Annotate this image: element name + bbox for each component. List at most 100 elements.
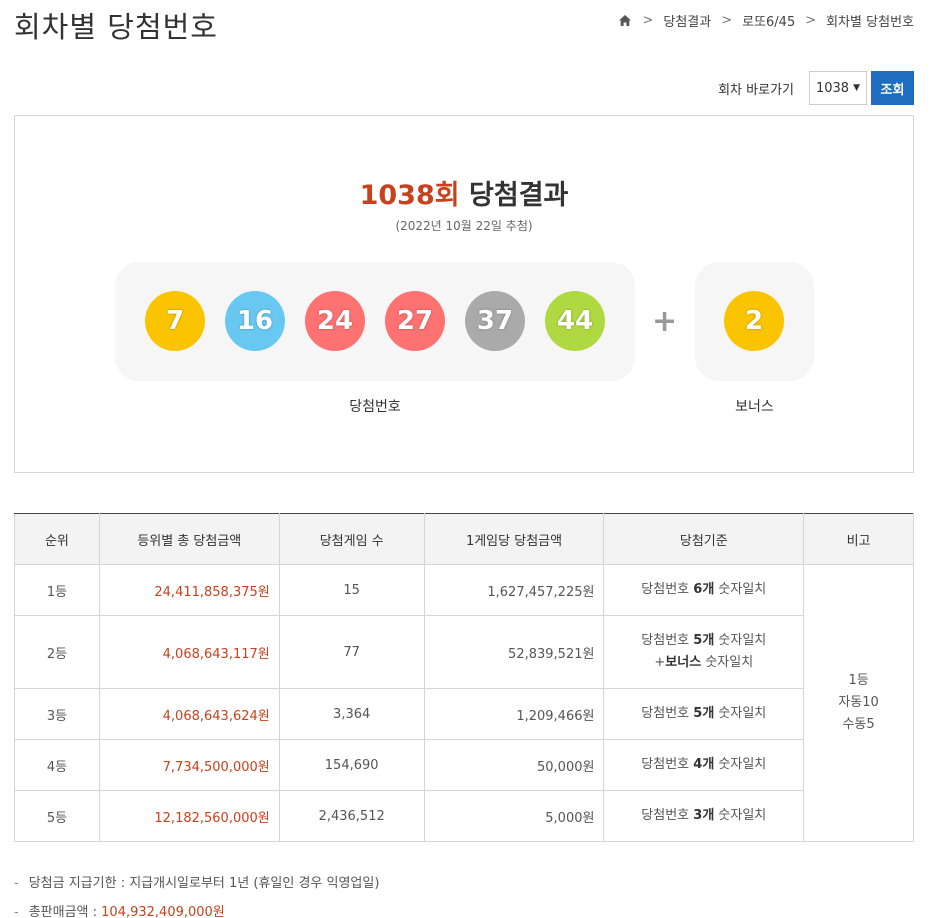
criteria-text: 숫자일치 bbox=[714, 582, 767, 597]
chevron-right-icon: > bbox=[721, 13, 733, 28]
criteria-bonus: 보너스 bbox=[665, 655, 702, 670]
number-ball: 44 bbox=[545, 291, 605, 351]
round-number: 1038회 bbox=[359, 180, 460, 211]
payment-deadline-note: - 당첨금 지급기한 : 지급개시일로부터 1년 (휴일인 경우 익영업일) bbox=[14, 869, 379, 898]
total-prize-cell: 7,734,500,000원 bbox=[98, 739, 280, 791]
notes: - 당첨금 지급기한 : 지급개시일로부터 1년 (휴일인 경우 익영업일) -총… bbox=[14, 869, 379, 918]
criteria-count: 5개 bbox=[693, 633, 715, 648]
winner-count-cell: 3,364 bbox=[278, 688, 425, 740]
table-row: 3등 4,068,643,624원 3,364 1,209,466원 당첨번호 … bbox=[14, 688, 914, 740]
round-goto: 회차 바로가기 1038 ▼ 조회 bbox=[718, 71, 914, 105]
table-row: 1등 24,411,858,375원 15 1,627,457,225원 당첨번… bbox=[14, 564, 914, 842]
criteria-text: 당첨번호 bbox=[641, 582, 694, 597]
per-game-prize-cell: 1,627,457,225원 bbox=[423, 564, 605, 616]
criteria-count: 5개 bbox=[693, 706, 715, 721]
breadcrumb-item-current: 회차별 당첨번호 bbox=[826, 15, 914, 30]
plus-sign: + bbox=[652, 304, 678, 339]
chevron-right-icon: > bbox=[805, 13, 817, 28]
search-button[interactable]: 조회 bbox=[871, 71, 914, 105]
note-line: 수동5 bbox=[842, 717, 875, 732]
total-prize-cell: 24,411,858,375원 bbox=[98, 564, 280, 616]
criteria-text: 당첨번호 bbox=[641, 808, 694, 823]
dash-bullet: - bbox=[14, 905, 19, 918]
criteria-text: 숫자일치 bbox=[714, 808, 767, 823]
caret-down-icon: ▼ bbox=[853, 83, 860, 93]
winning-numbers-label: 당첨번호 bbox=[349, 399, 401, 415]
number-ball: 37 bbox=[465, 291, 525, 351]
rank-cell: 1등 bbox=[14, 564, 100, 616]
criteria-text: 숫자일치 bbox=[714, 706, 767, 721]
note-line: 1등 bbox=[848, 673, 869, 688]
payment-deadline-text: 당첨금 지급기한 : 지급개시일로부터 1년 (휴일인 경우 익영업일) bbox=[28, 876, 380, 891]
table-row: 2등 4,068,643,117원 77 52,839,521원 당첨번호 5개… bbox=[14, 615, 914, 689]
criteria-count: 6개 bbox=[693, 582, 715, 597]
number-ball: 24 bbox=[305, 291, 365, 351]
column-header: 당첨기준 bbox=[603, 513, 805, 565]
column-header: 당첨게임 수 bbox=[278, 513, 425, 565]
total-prize-cell: 12,182,560,000원 bbox=[98, 790, 280, 842]
criteria-text: 숫자일치 bbox=[714, 633, 767, 648]
per-game-prize-cell: 50,000원 bbox=[423, 739, 605, 791]
round-select-value: 1038 bbox=[815, 80, 850, 96]
column-header: 등위별 총 당첨금액 bbox=[98, 513, 280, 565]
criteria-count: 4개 bbox=[693, 757, 715, 772]
round-goto-label: 회차 바로가기 bbox=[718, 82, 794, 98]
rank-cell: 3등 bbox=[14, 688, 100, 740]
bonus-ball: 2 bbox=[724, 291, 784, 351]
winner-count-cell: 154,690 bbox=[278, 739, 425, 791]
criteria-line: 당첨번호 5개 숫자일치 bbox=[604, 630, 803, 652]
total-sales-label: 총판매금액 : bbox=[28, 905, 102, 918]
number-ball: 16 bbox=[225, 291, 285, 351]
criteria-line: +보너스 숫자일치 bbox=[604, 652, 803, 674]
total-prize-cell: 4,068,643,624원 bbox=[98, 688, 280, 740]
dash-bullet: - bbox=[14, 876, 19, 891]
criteria-cell: 당첨번호 5개 숫자일치 +보너스 숫자일치 bbox=[603, 615, 805, 689]
column-header: 1게임당 당첨금액 bbox=[423, 513, 605, 565]
criteria-text: 당첨번호 bbox=[641, 706, 694, 721]
column-header: 비고 bbox=[803, 513, 914, 565]
number-ball: 7 bbox=[145, 291, 205, 351]
criteria-text: 당첨번호 bbox=[641, 633, 694, 648]
criteria-count: 3개 bbox=[693, 808, 715, 823]
home-icon[interactable] bbox=[618, 14, 632, 27]
rank-cell: 2등 bbox=[14, 615, 100, 689]
winner-count-cell: 15 bbox=[278, 564, 425, 616]
criteria-cell: 당첨번호 5개 숫자일치 bbox=[603, 688, 805, 740]
winner-count-cell: 77 bbox=[278, 615, 425, 689]
breadcrumb-item-results[interactable]: 당첨결과 bbox=[663, 11, 711, 30]
table-header-row: 순위 등위별 총 당첨금액 당첨게임 수 1게임당 당첨금액 당첨기준 비고 bbox=[14, 513, 914, 565]
criteria-text: + bbox=[654, 655, 666, 670]
winning-numbers-panel: 7 16 24 27 37 44 bbox=[115, 262, 635, 381]
total-sales-note: - 총판매금액 : 104,932,409,000원 bbox=[14, 898, 379, 918]
bonus-number-panel: 2 bbox=[695, 262, 814, 381]
round-select[interactable]: 1038 ▼ bbox=[809, 71, 867, 105]
criteria-cell: 당첨번호 6개 숫자일치 bbox=[603, 564, 805, 616]
note-line: 자동10 bbox=[838, 695, 879, 710]
rank-cell: 4등 bbox=[14, 739, 100, 791]
prize-table: 순위 등위별 총 당첨금액 당첨게임 수 1게임당 당첨금액 당첨기준 비고 1… bbox=[14, 513, 914, 842]
winner-count-cell: 2,436,512 bbox=[278, 790, 425, 842]
note-cell: 1등 자동10 수동5 bbox=[803, 564, 914, 842]
total-prize-cell: 4,068,643,117원 bbox=[98, 615, 280, 689]
criteria-cell: 당첨번호 3개 숫자일치 bbox=[603, 790, 805, 842]
bonus-label: 보너스 bbox=[735, 399, 774, 415]
per-game-prize-cell: 52,839,521원 bbox=[423, 615, 605, 689]
per-game-prize-cell: 1,209,466원 bbox=[423, 688, 605, 740]
number-ball: 27 bbox=[385, 291, 445, 351]
table-row: 5등 12,182,560,000원 2,436,512 5,000원 당첨번호… bbox=[14, 790, 914, 842]
result-title: 1038회 당첨결과 bbox=[15, 173, 913, 212]
chevron-right-icon: > bbox=[642, 13, 654, 28]
total-sales-value: 104,932,409,000원 bbox=[101, 905, 225, 918]
per-game-prize-cell: 5,000원 bbox=[423, 790, 605, 842]
rank-cell: 5등 bbox=[14, 790, 100, 842]
criteria-text: 숫자일치 bbox=[701, 655, 754, 670]
result-title-suffix: 당첨결과 bbox=[459, 180, 569, 211]
breadcrumb-item-lotto645[interactable]: 로또6/45 bbox=[742, 11, 795, 30]
page-title: 회차별 당첨번호 bbox=[14, 10, 218, 44]
criteria-cell: 당첨번호 4개 숫자일치 bbox=[603, 739, 805, 791]
criteria-text: 숫자일치 bbox=[714, 757, 767, 772]
table-row: 4등 7,734,500,000원 154,690 50,000원 당첨번호 4… bbox=[14, 739, 914, 791]
result-panel: 1038회 당첨결과 (2022년 10월 22일 추첨) 7 16 24 27… bbox=[14, 115, 914, 473]
draw-date: (2022년 10월 22일 추첨) bbox=[395, 219, 533, 233]
column-header: 순위 bbox=[14, 513, 100, 565]
